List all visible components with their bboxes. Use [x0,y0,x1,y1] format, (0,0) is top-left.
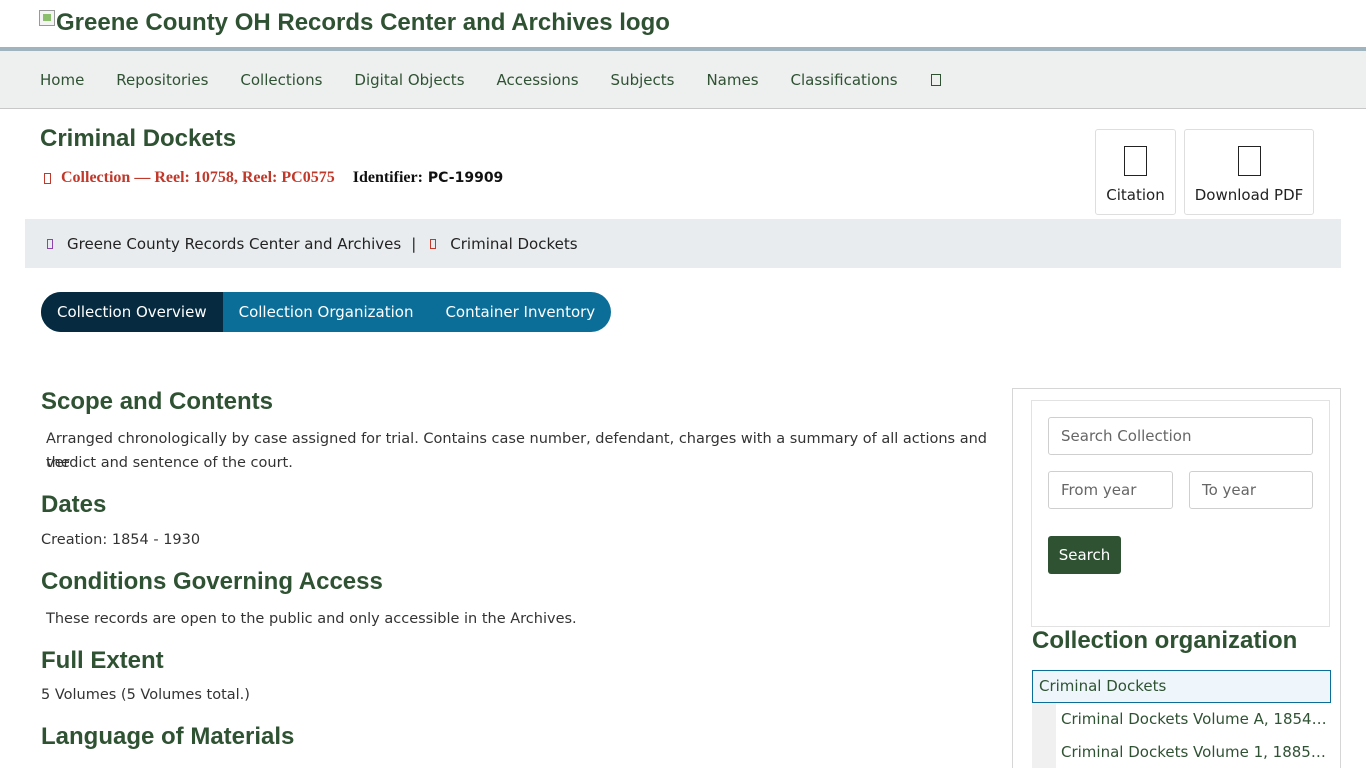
tree-child-label: Criminal Dockets Volume 1, 1885-18… [1061,743,1329,761]
breadcrumb-separator: | [411,234,417,253]
search-collection-input[interactable]: Search Collection [1048,417,1313,455]
scope-text-line2: verdict and sentence of the court. [46,455,293,471]
document-icon [1124,146,1147,176]
breadcrumb-current: Criminal Dockets [450,234,578,253]
access-heading: Conditions Governing Access [41,568,383,595]
nav-classifications[interactable]: Classifications [791,71,898,89]
tree-child-item[interactable]: Criminal Dockets Volume A, 1854-1… [1032,703,1331,736]
citation-label: Citation [1106,186,1165,204]
tree-child-label: Criminal Dockets Volume A, 1854-1… [1061,710,1329,728]
nav-names[interactable]: Names [706,71,758,89]
broken-image-icon [39,10,55,26]
logo-alt-text: Greene County OH Records Center and Arch… [56,9,670,36]
breadcrumb: Greene County Records Center and Archive… [25,219,1341,268]
identifier-value: PC-19909 [427,170,504,186]
record-tabs: Collection Overview Collection Organizat… [41,292,612,332]
dates-text: Creation: 1854 - 1930 [41,532,201,548]
breadcrumb-repository[interactable]: Greene County Records Center and Archive… [67,235,401,253]
collection-search-panel: Search Collection From year To year Sear… [1031,400,1330,627]
from-year-input[interactable]: From year [1048,471,1173,509]
header-logo-bar: Greene County OH Records Center and Arch… [0,0,1366,47]
language-heading: Language of Materials [41,723,295,750]
tab-container-inventory[interactable]: Container Inventory [429,292,611,332]
tree-indent [1032,703,1056,736]
page-title: Criminal Dockets [40,125,237,152]
nav-collections[interactable]: Collections [240,71,322,89]
download-pdf-label: Download PDF [1194,186,1304,204]
main-nav: Home Repositories Collections Digital Ob… [0,47,1366,109]
nav-digital-objects[interactable]: Digital Objects [354,71,464,89]
identifier-label: Identifier: [352,169,423,186]
record-meta: Collection — Reel: 10758, Reel: PC0575 I… [44,169,503,187]
tab-collection-organization[interactable]: Collection Organization [223,292,430,332]
collection-icon [430,238,437,249]
dates-heading: Dates [41,491,107,518]
tree-root-item[interactable]: Criminal Dockets [1032,670,1331,703]
sidebar: Search Collection From year To year Sear… [1012,388,1341,768]
repository-icon [47,238,53,249]
site-logo[interactable]: Greene County OH Records Center and Arch… [39,9,670,37]
extent-heading: Full Extent [41,647,164,674]
extent-text: 5 Volumes (5 Volumes total.) [41,687,250,703]
pdf-icon [1237,146,1261,176]
download-pdf-button[interactable]: Download PDF [1184,129,1314,215]
tree-child-item[interactable]: Criminal Dockets Volume 1, 1885-18… [1032,736,1331,768]
search-button[interactable]: Search [1048,536,1121,574]
search-icon[interactable] [930,74,941,86]
nav-home[interactable]: Home [40,71,84,89]
collection-reel-label: Collection — Reel: 10758, Reel: PC0575 [61,169,335,186]
tab-collection-overview[interactable]: Collection Overview [41,292,223,332]
archive-box-icon [44,172,51,184]
nav-repositories[interactable]: Repositories [116,71,208,89]
citation-button[interactable]: Citation [1095,129,1176,215]
scope-heading: Scope and Contents [41,388,274,415]
collection-organization-title: Collection organization [1032,627,1298,654]
nav-accessions[interactable]: Accessions [497,71,579,89]
tree-indent [1032,736,1056,768]
to-year-input[interactable]: To year [1189,471,1313,509]
access-text: These records are open to the public and… [46,611,577,627]
nav-subjects[interactable]: Subjects [611,71,675,89]
